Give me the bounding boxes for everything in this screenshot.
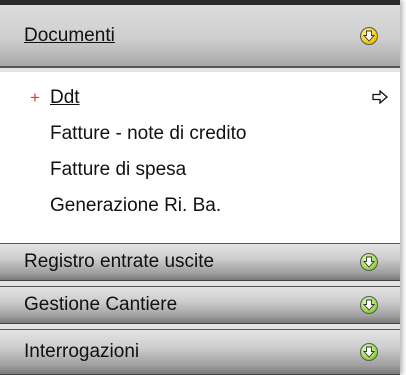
- section-header-documenti[interactable]: Documenti: [0, 5, 400, 68]
- menu-item-generazione-riba[interactable]: Generazione Ri. Ba.: [50, 195, 221, 217]
- collapse-circle-icon[interactable]: [360, 26, 378, 45]
- section-title-registro: Registro entrate uscite: [24, 251, 215, 272]
- section-title-interrogazioni: Interrogazioni: [24, 341, 140, 362]
- menu-item-fatture-note-credito[interactable]: Fatture - note di credito: [50, 123, 246, 145]
- expand-circle-icon[interactable]: [360, 296, 378, 314]
- section-title-gestione-cantiere: Gestione Cantiere: [24, 294, 178, 315]
- documenti-items-panel: + Ddt Fatture - note di credito Fatture …: [0, 72, 400, 243]
- section-title-documenti: Documenti: [24, 24, 115, 46]
- expand-circle-icon[interactable]: [360, 253, 378, 271]
- section-header-registro[interactable]: Registro entrate uscite: [0, 243, 400, 281]
- side-menu: Documenti + Ddt Fatture - note di credit…: [0, 0, 400, 375]
- active-item-bullet: +: [30, 88, 40, 107]
- section-header-gestione-cantiere[interactable]: Gestione Cantiere: [0, 286, 400, 324]
- menu-item-ddt[interactable]: Ddt: [50, 87, 80, 109]
- arrow-right-icon: [372, 89, 388, 109]
- section-header-interrogazioni[interactable]: Interrogazioni: [0, 329, 400, 375]
- menu-item-fatture-spesa[interactable]: Fatture di spesa: [50, 159, 186, 181]
- expand-circle-icon[interactable]: [360, 343, 378, 361]
